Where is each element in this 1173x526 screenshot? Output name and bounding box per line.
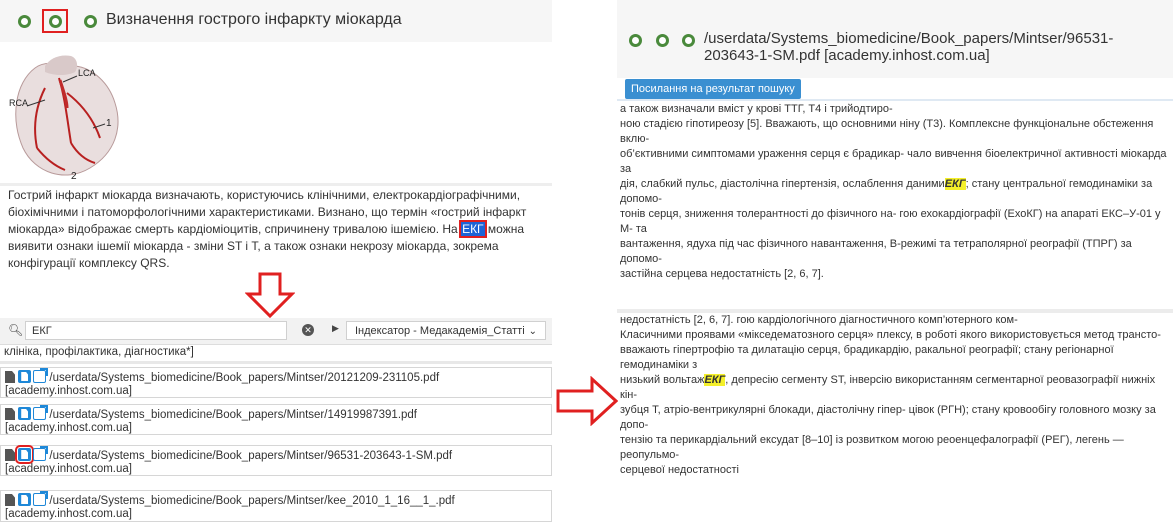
excerpt-text: вантаження, ядуха під час фізичного нава… bbox=[620, 238, 1132, 265]
excerpt-text: ною стадією гіпотиреозу [5]. Вважають, щ… bbox=[620, 118, 1154, 145]
result-link-button[interactable]: Посилання на результат пошуку bbox=[625, 79, 801, 99]
external-link-icon[interactable] bbox=[33, 446, 49, 461]
excerpt-line: ною стадією гіпотиреозу [5]. Вважають, щ… bbox=[620, 117, 1168, 147]
arrow-right-icon bbox=[556, 376, 618, 426]
excerpt-block-2: недостатність [2, 6, 7]. гою кардіологіч… bbox=[620, 313, 1168, 478]
excerpt-line: вважають гіпертрофію та дилатацію серця,… bbox=[620, 343, 1168, 373]
external-link-icon[interactable] bbox=[33, 405, 49, 420]
excerpt-line: об’єктивними симптомами ураження серця є… bbox=[620, 147, 1168, 177]
node-icon bbox=[18, 15, 31, 28]
section-header: Визначення гострого інфаркту міокарда bbox=[0, 0, 552, 42]
node-icon bbox=[84, 15, 97, 28]
outline-node-2[interactable] bbox=[652, 31, 673, 50]
divider bbox=[617, 99, 1173, 101]
excerpt-text: дія, слабкий пульс, діастолічна гіпертен… bbox=[620, 178, 945, 190]
search-icon: 🔍︎ bbox=[8, 323, 24, 337]
excerpt-line: дія, слабкий пульс, діастолічна гіпертен… bbox=[620, 177, 1168, 207]
view-text-icon[interactable] bbox=[15, 445, 35, 464]
node-icon bbox=[682, 34, 695, 47]
caret-right-icon[interactable]: ▶ bbox=[332, 323, 339, 334]
section-paragraph: Гострий інфаркт міокарда визначають, кор… bbox=[8, 188, 527, 270]
result-item[interactable]: /userdata/Systems_biomedicine/Book_paper… bbox=[0, 490, 552, 522]
heart-label-2: 2 bbox=[71, 171, 77, 182]
document-icon[interactable] bbox=[5, 408, 15, 420]
external-link-icon[interactable] bbox=[33, 491, 49, 506]
document-icon[interactable] bbox=[5, 494, 15, 506]
search-input[interactable]: ЕКГ bbox=[25, 321, 287, 340]
excerpt-line: застійна серцева недостатність [2, 6, 7]… bbox=[620, 267, 1168, 282]
document-icon[interactable] bbox=[5, 371, 15, 383]
excerpt-text: тензію та перикардіальний ексудат [8–10]… bbox=[620, 434, 1124, 461]
excerpt-text: серцевої недостатності bbox=[620, 464, 739, 476]
excerpt-line: а також визначали вміст у крові ТТГ, Т4 … bbox=[620, 102, 1168, 117]
excerpt-text: Класичними проявами «мікседематозного се… bbox=[620, 329, 1161, 341]
heart-image: LCA RCA 1 2 bbox=[9, 55, 119, 182]
highlighted-term: ЕКГ bbox=[704, 374, 726, 386]
outline-node-1[interactable] bbox=[625, 31, 646, 50]
heart-label-1: 1 bbox=[106, 118, 112, 129]
outline-node-3[interactable] bbox=[678, 31, 699, 50]
chevron-down-icon: ⌄ bbox=[528, 326, 537, 337]
excerpt-block-1: а також визначали вміст у крові ТТГ, Т4 … bbox=[620, 102, 1168, 282]
search-bar: 🔍︎ ЕКГ ✕ ▶ Індексатор - Медакадемія_Стат… bbox=[0, 318, 552, 345]
heart-label-rca: RCA bbox=[9, 98, 28, 108]
result-item[interactable]: /userdata/Systems_biomedicine/Book_paper… bbox=[0, 367, 552, 398]
excerpt-text: а також визначали вміст у крові ТТГ, Т4 … bbox=[620, 103, 893, 115]
previous-result-tail: клініка, профілактика, діагностика*] bbox=[4, 346, 194, 358]
excerpt-text: низький вольтаж bbox=[620, 374, 705, 386]
arrow-down-icon bbox=[245, 272, 295, 318]
excerpt-line: зубця Т, атріо-вентрикулярні блокади, ді… bbox=[620, 403, 1168, 433]
excerpt-text: вважають гіпертрофію та дилатацію серця,… bbox=[620, 344, 1114, 371]
document-title: /userdata/Systems_biomedicine/Book_paper… bbox=[704, 30, 1114, 64]
result-item[interactable]: /userdata/Systems_biomedicine/Book_paper… bbox=[0, 445, 552, 476]
highlighted-term: ЕКГ bbox=[944, 178, 966, 190]
excerpt-line: низький вольтажЕКГ, депресію сегменту ST… bbox=[620, 373, 1168, 403]
node-icon bbox=[656, 34, 669, 47]
heart-label-lca: LCA bbox=[78, 68, 96, 78]
clear-icon[interactable]: ✕ bbox=[302, 324, 314, 336]
divider bbox=[0, 183, 552, 186]
outline-node-1[interactable] bbox=[14, 12, 35, 31]
view-text-icon[interactable] bbox=[18, 493, 32, 506]
external-link-icon[interactable] bbox=[33, 368, 49, 383]
excerpt-text: зубця Т, атріо-вентрикулярні блокади, ді… bbox=[620, 404, 1156, 431]
result-item[interactable]: /userdata/Systems_biomedicine/Book_paper… bbox=[0, 404, 552, 435]
excerpt-line: Класичними проявами «мікседематозного се… bbox=[620, 328, 1168, 343]
outline-node-2[interactable] bbox=[42, 9, 68, 33]
section-panel: Визначення гострого інфаркту міокарда LC… bbox=[0, 0, 552, 300]
excerpt-line: тензію та перикардіальний ексудат [8–10]… bbox=[620, 433, 1168, 463]
highlighted-term[interactable]: ЕКГ bbox=[459, 220, 487, 238]
section-title: Визначення гострого інфаркту міокарда bbox=[106, 11, 402, 28]
excerpt-line: тонів серця, зниження толерантності до ф… bbox=[620, 207, 1168, 237]
view-text-icon[interactable] bbox=[18, 370, 32, 383]
excerpt-text: застійна серцева недостатність [2, 6, 7]… bbox=[620, 268, 824, 280]
node-icon bbox=[629, 34, 642, 47]
outline-node-3[interactable] bbox=[80, 12, 101, 31]
document-icon[interactable] bbox=[5, 449, 15, 461]
divider bbox=[0, 361, 552, 364]
excerpt-line: вантаження, ядуха під час фізичного нава… bbox=[620, 237, 1168, 267]
excerpt-text: тонів серця, зниження толерантності до ф… bbox=[620, 208, 1161, 235]
view-text-icon[interactable] bbox=[18, 407, 32, 420]
excerpt-line: серцевої недостатності bbox=[620, 463, 1168, 478]
excerpt-line: недостатність [2, 6, 7]. гою кардіологіч… bbox=[620, 313, 1168, 328]
node-icon bbox=[48, 14, 62, 28]
indexer-select[interactable]: Індексатор - Медакадемія_Статті ⌄ bbox=[346, 321, 546, 340]
excerpt-text: об’єктивними симптомами ураження серця є… bbox=[620, 148, 1167, 175]
excerpt-text: недостатність [2, 6, 7]. гою кардіологіч… bbox=[620, 314, 1018, 326]
